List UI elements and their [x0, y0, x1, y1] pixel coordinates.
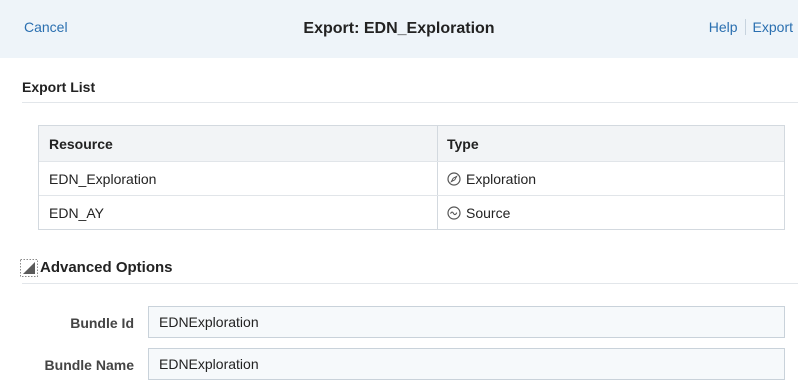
type-cell: Exploration [438, 162, 784, 195]
dialog-header: Cancel Export: EDN_Exploration Help Expo… [0, 0, 798, 58]
column-header-resource[interactable]: Resource [39, 126, 438, 161]
collapse-toggle-icon[interactable] [20, 259, 38, 277]
compass-icon [447, 171, 461, 186]
header-actions: Help Export [709, 19, 793, 35]
resource-cell: EDN_Exploration [39, 162, 438, 195]
table-row[interactable]: EDN_AY Source [39, 195, 784, 229]
advanced-options-title[interactable]: Advanced Options [40, 259, 173, 276]
dialog-title: Export: EDN_Exploration [303, 20, 495, 37]
wave-icon [447, 205, 461, 220]
header-divider [744, 19, 746, 35]
bundle-id-label: Bundle Id [70, 315, 134, 331]
section-divider [22, 283, 798, 284]
type-cell: Source [438, 196, 784, 229]
type-label: Source [466, 204, 511, 221]
section-divider [22, 102, 798, 103]
export-list-title: Export List [22, 79, 96, 95]
type-label: Exploration [466, 170, 537, 187]
export-list-table: Resource Type EDN_Exploration Exploratio… [38, 125, 785, 230]
help-link[interactable]: Help [709, 19, 738, 35]
bundle-name-field[interactable]: EDNExploration [148, 348, 785, 380]
table-header-row: Resource Type [39, 126, 784, 161]
column-header-type[interactable]: Type [438, 126, 784, 161]
resource-cell: EDN_AY [39, 196, 438, 229]
table-row[interactable]: EDN_Exploration Exploration [39, 161, 784, 195]
bundle-id-field[interactable]: EDNExploration [148, 306, 785, 338]
export-link[interactable]: Export [753, 19, 793, 35]
bundle-name-label: Bundle Name [44, 357, 134, 373]
